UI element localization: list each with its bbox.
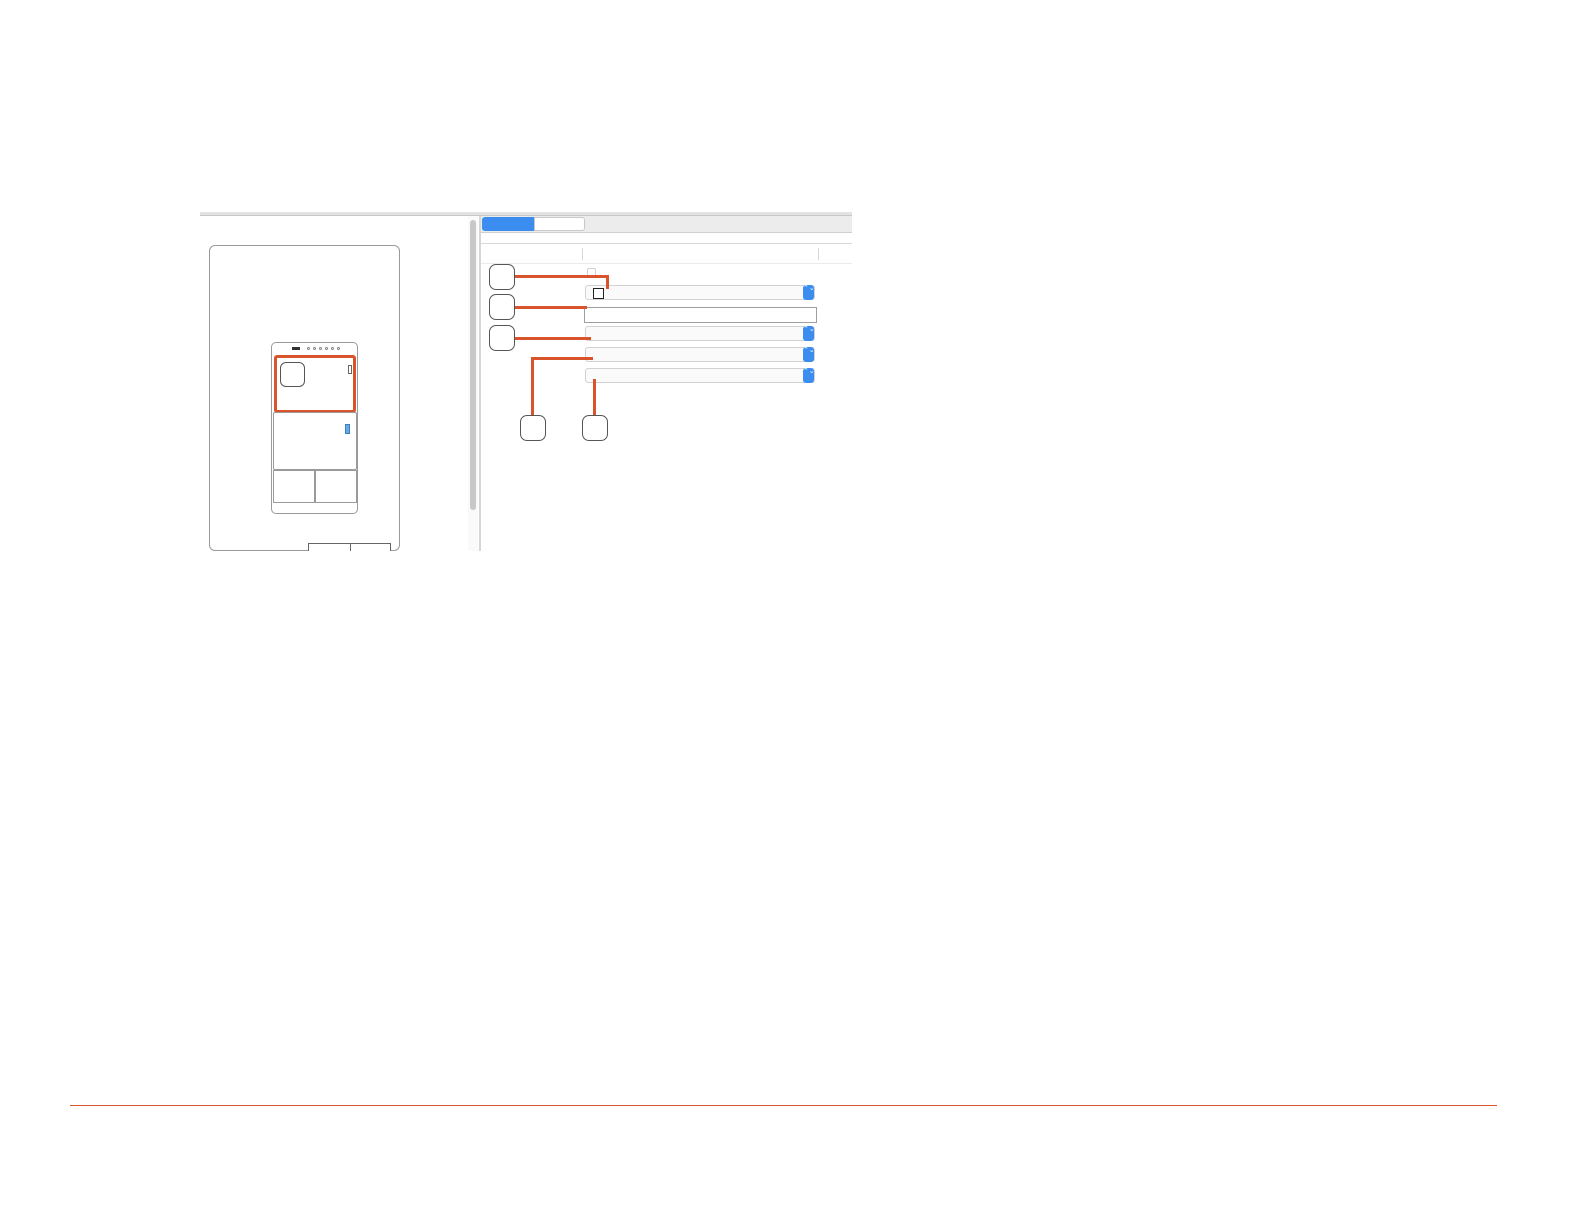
tab-inactive[interactable] <box>534 217 585 231</box>
indicator-dot <box>313 347 316 350</box>
device-preview-card <box>209 245 400 551</box>
chevron-updown-icon[interactable]: ⌃⌄ <box>803 326 815 341</box>
column-separator[interactable] <box>818 248 819 260</box>
selected-zone-top[interactable] <box>274 355 356 413</box>
zone-middle[interactable] <box>273 412 357 470</box>
popup-menu-2[interactable]: ⌃⌄ <box>585 326 815 341</box>
header-divider <box>481 263 852 264</box>
indicator-dot <box>331 347 334 350</box>
tab-bar <box>481 216 852 233</box>
app-screenshot: ⌃⌄ ⌃⌄ ⌃⌄ ⌃⌄ <box>200 212 852 551</box>
indicator-dot <box>325 347 328 350</box>
scrollbar-thumb[interactable] <box>470 220 476 510</box>
chevron-updown-icon[interactable]: ⌃⌄ <box>803 347 815 362</box>
column-separator[interactable] <box>582 248 583 260</box>
switch-icon <box>348 365 352 374</box>
zone-bottom-right[interactable] <box>315 470 357 503</box>
zone-bottom-left[interactable] <box>273 470 315 503</box>
popup-menu-3[interactable]: ⌃⌄ <box>585 347 815 362</box>
inspector-pane: ⌃⌄ ⌃⌄ ⌃⌄ ⌃⌄ <box>481 216 852 551</box>
zone-callout-badge <box>280 362 305 387</box>
preview-pane <box>200 216 468 551</box>
callout-overlay <box>0 0 1584 1224</box>
indicator-dot <box>337 347 340 350</box>
preview-button-right[interactable] <box>350 543 391 551</box>
tab-active[interactable] <box>482 217 534 231</box>
popup-menu-1[interactable]: ⌃⌄ <box>585 285 815 300</box>
popup-menu-4[interactable]: ⌃⌄ <box>585 368 815 383</box>
header-divider <box>481 243 852 244</box>
option-checkbox[interactable] <box>587 268 596 277</box>
device-outline <box>271 342 358 514</box>
chevron-updown-icon[interactable]: ⌃⌄ <box>803 285 815 300</box>
text-field[interactable] <box>584 307 817 323</box>
indicator-dot <box>307 347 310 350</box>
switch-icon <box>345 424 350 434</box>
footer-rule <box>70 1105 1497 1106</box>
indicator-dot <box>319 347 322 350</box>
color-swatch[interactable] <box>593 288 604 299</box>
chevron-updown-icon[interactable]: ⌃⌄ <box>803 368 815 383</box>
camera-icon <box>292 347 300 350</box>
preview-button-left[interactable] <box>308 543 351 551</box>
